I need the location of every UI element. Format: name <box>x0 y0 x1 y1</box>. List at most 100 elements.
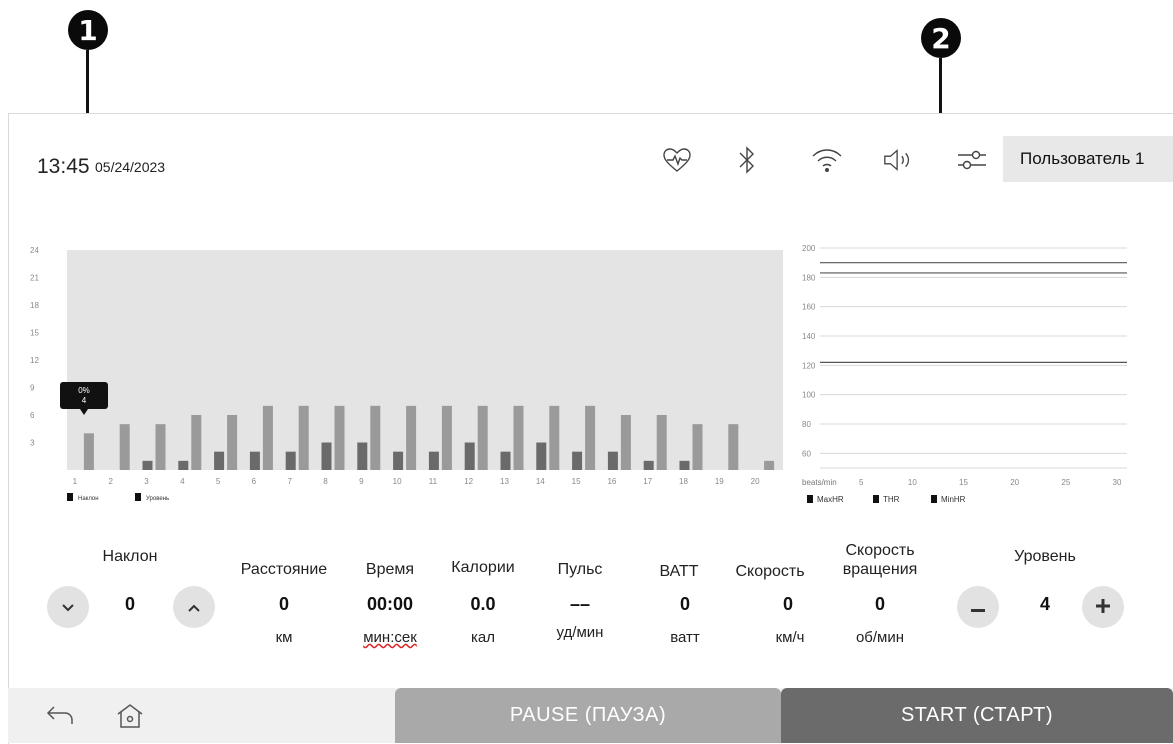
time-unit: мин:сек <box>363 629 417 646</box>
x-tick-label: 14 <box>536 477 545 486</box>
legend-label-minhr: MinHR <box>941 495 966 504</box>
incline-up-button[interactable] <box>173 586 215 628</box>
chart-plot-area <box>67 250 783 470</box>
incline-bar <box>607 451 618 470</box>
home-icon[interactable] <box>115 702 145 735</box>
pulse-label: Пульс <box>557 561 603 578</box>
level-bar <box>656 415 667 470</box>
back-icon[interactable] <box>45 702 75 733</box>
distance-unit: км <box>275 629 293 646</box>
incline-bar <box>643 460 654 470</box>
rpm-value: 0 <box>874 594 885 614</box>
x-tick-label: 16 <box>607 477 616 486</box>
tooltip-line-1: 0% <box>78 386 90 395</box>
hr-y-tick-label: 140 <box>802 332 816 341</box>
user-profile-button[interactable]: Пользователь 1 <box>1003 136 1173 182</box>
legend-label-level: Уровень <box>146 496 169 502</box>
legend-label-maxhr: MaxHR <box>817 495 844 504</box>
watt-unit: ватт <box>670 629 700 646</box>
x-tick-label: 8 <box>323 477 328 486</box>
x-tick-label: 20 <box>751 477 760 486</box>
level-increase-button[interactable] <box>1082 586 1124 628</box>
incline-label: Наклон <box>102 548 158 565</box>
calories-label: Калории <box>451 559 515 576</box>
legend-swatch-incline <box>67 493 73 501</box>
y-tick-label: 3 <box>30 439 35 448</box>
incline-bar <box>572 451 583 470</box>
level-bar <box>477 405 488 470</box>
rpm-unit: об/мин <box>855 629 905 646</box>
chevron-down-icon <box>61 596 75 619</box>
watt-value: 0 <box>679 594 690 614</box>
level-label: Уровень <box>1014 548 1076 565</box>
x-tick-label: 18 <box>679 477 688 486</box>
wifi-icon[interactable] <box>810 143 844 177</box>
time-label: Время <box>365 561 415 578</box>
minus-icon <box>971 596 985 619</box>
x-tick-label: 12 <box>464 477 473 486</box>
x-tick-label: 13 <box>500 477 509 486</box>
level-bar <box>262 405 273 470</box>
hr-y-tick-label: 180 <box>802 273 816 282</box>
calories-value: 0.0 <box>470 594 496 614</box>
incline-bar <box>679 460 690 470</box>
level-bar <box>370 405 381 470</box>
hr-y-tick-label: 60 <box>802 449 811 458</box>
plus-icon <box>1096 596 1110 619</box>
callout-2: 2 <box>921 18 961 58</box>
y-tick-label: 12 <box>30 356 39 365</box>
level-bar <box>728 424 739 470</box>
incline-bar <box>464 442 475 470</box>
x-tick-label: 7 <box>287 477 292 486</box>
level-decrease-button[interactable] <box>957 586 999 628</box>
pulse-value: –– <box>569 594 591 614</box>
y-tick-label: 15 <box>30 329 39 338</box>
level-bar <box>549 405 560 470</box>
clock-date: 05/24/2023 <box>95 159 166 175</box>
bluetooth-icon[interactable] <box>730 143 764 177</box>
hr-y-tick-label: 80 <box>802 420 811 429</box>
rpm-label: Скорость вращения <box>825 541 935 579</box>
hr-x-tick-label: 25 <box>1061 478 1070 487</box>
y-tick-label: 6 <box>30 411 35 420</box>
level-bar <box>620 415 631 470</box>
heart-rate-icon[interactable] <box>660 143 694 177</box>
calories-unit: кал <box>471 629 495 646</box>
chevron-up-icon <box>187 596 201 619</box>
level-bar <box>692 424 703 470</box>
x-tick-label: 6 <box>252 477 257 486</box>
level-bar <box>764 460 775 470</box>
pause-button[interactable]: PAUSE (ПАУЗА) <box>395 688 781 743</box>
time-value: 00:00 <box>366 594 414 614</box>
level-bar <box>585 405 596 470</box>
clock-time: 13:45 <box>37 155 90 178</box>
volume-icon[interactable] <box>882 143 916 177</box>
incline-bar <box>428 451 439 470</box>
incline-value: 0 <box>124 594 135 614</box>
hr-y-tick-label: 200 <box>802 244 816 253</box>
level-bar <box>441 405 452 470</box>
x-tick-label: 3 <box>144 477 149 486</box>
incline-bar <box>536 442 547 470</box>
hr-x-tick-label: 5 <box>859 478 864 487</box>
hr-y-tick-label: 120 <box>802 361 816 370</box>
legend-swatch-minhr <box>931 495 937 503</box>
settings-sliders-icon[interactable] <box>955 143 989 177</box>
hr-y-tick-label: 160 <box>802 303 816 312</box>
start-button[interactable]: START (СТАРТ) <box>781 688 1173 743</box>
incline-bar <box>142 460 153 470</box>
incline-bar <box>321 442 332 470</box>
incline-down-button[interactable] <box>47 586 89 628</box>
level-bar <box>334 405 345 470</box>
y-tick-label: 18 <box>30 301 39 310</box>
level-bar <box>513 405 524 470</box>
incline-bar <box>357 442 368 470</box>
hr-x-tick-label: 10 <box>908 478 917 487</box>
level-bar <box>155 424 166 470</box>
hr-x-tick-label: 15 <box>959 478 968 487</box>
chart-legend: Наклон Уровень <box>67 493 169 502</box>
x-tick-label: 10 <box>393 477 402 486</box>
level-bar <box>227 415 238 470</box>
tooltip-line-2: 4 <box>82 396 87 405</box>
incline-bar <box>393 451 404 470</box>
